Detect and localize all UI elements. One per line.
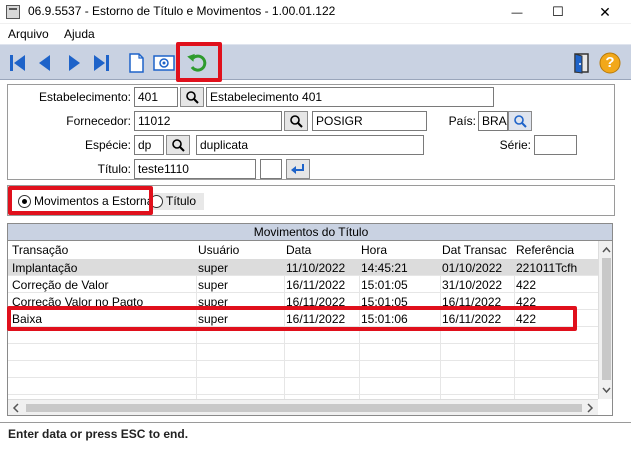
maximize-button[interactable]: ☐ — [535, 0, 581, 24]
cell-transacao: Implantação — [12, 261, 78, 275]
status-bar: Enter data or press ESC to end. — [0, 422, 631, 450]
cell-hora: 15:01:05 — [361, 278, 408, 292]
table-row[interactable]: Correção de Valor super 16/11/2022 15:01… — [8, 276, 598, 293]
window-title: 06.9.5537 - Estorno de Título e Moviment… — [28, 4, 336, 18]
estabelecimento-code-field[interactable]: 401 — [134, 87, 178, 107]
cell-transacao: Correção de Valor — [12, 278, 109, 292]
grid-header: Transação Usuário Data Hora Dat Transac … — [8, 241, 600, 259]
cell-usuario: super — [198, 261, 229, 275]
cell-data: 16/11/2022 — [286, 278, 346, 292]
title-bar: 06.9.5537 - Estorno de Título e Moviment… — [0, 0, 631, 24]
pais-field[interactable]: BRA — [478, 111, 508, 131]
next-icon[interactable] — [62, 51, 86, 75]
cell-dat-transac: 31/10/2022 — [442, 278, 503, 292]
fornecedor-label: Fornecedor: — [66, 114, 131, 128]
table-row-empty[interactable] — [8, 344, 598, 361]
cell-usuario: super — [198, 278, 229, 292]
menu-arquivo[interactable]: Arquivo — [8, 27, 49, 41]
vertical-scrollbar[interactable] — [598, 241, 612, 399]
close-button[interactable]: ✕ — [582, 0, 628, 24]
especie-desc-field[interactable]: duplicata — [196, 135, 424, 155]
horizontal-scrollbar[interactable] — [8, 399, 598, 415]
especie-code-field[interactable]: dp — [134, 135, 164, 155]
col-referencia[interactable]: Referência — [516, 243, 574, 257]
help-icon[interactable]: ? — [598, 51, 622, 75]
table-row[interactable]: Implantação super 11/10/2022 14:45:21 01… — [8, 259, 598, 276]
radio-titulo[interactable]: Título — [150, 193, 204, 210]
titulo-label: Título: — [97, 162, 131, 176]
especie-label: Espécie: — [84, 138, 131, 152]
status-text: Enter data or press ESC to end. — [8, 427, 189, 441]
estabelecimento-desc-field[interactable]: Estabelecimento 401 — [206, 87, 494, 107]
estabelecimento-label: Estabelecimento: — [38, 90, 131, 104]
titulo-field[interactable]: teste1110 — [134, 159, 256, 179]
undo-highlight — [176, 42, 222, 82]
radio-titulo-label: Título — [166, 194, 197, 208]
serie-label: Série: — [499, 138, 531, 152]
pais-label: País: — [448, 114, 476, 128]
movimentos-highlight — [8, 186, 153, 215]
menu-ajuda[interactable]: Ajuda — [64, 27, 95, 41]
especie-zoom-button[interactable] — [166, 135, 190, 155]
pais-zoom-button[interactable] — [508, 111, 532, 131]
enter-button[interactable] — [286, 159, 310, 179]
serie-field[interactable] — [534, 135, 577, 155]
cell-referencia: 221011Tcfh — [516, 261, 578, 275]
col-dat-transac[interactable]: Dat Transac — [442, 243, 507, 257]
last-icon[interactable] — [89, 51, 113, 75]
first-icon[interactable] — [6, 51, 30, 75]
cell-referencia: 422 — [516, 278, 537, 292]
menu-bar: Arquivo Ajuda — [0, 24, 631, 44]
fornecedor-desc-field[interactable]: POSIGR — [312, 111, 427, 131]
col-hora[interactable]: Hora — [361, 243, 387, 257]
table-row-empty[interactable] — [8, 378, 598, 395]
previous-icon[interactable] — [33, 51, 57, 75]
col-transacao[interactable]: Transação — [12, 243, 68, 257]
cell-data: 11/10/2022 — [286, 261, 346, 275]
col-data[interactable]: Data — [286, 243, 311, 257]
minimize-button[interactable]: — — [494, 0, 540, 24]
exit-door-icon[interactable] — [570, 51, 594, 75]
col-usuario[interactable]: Usuário — [198, 243, 239, 257]
fornecedor-zoom-button[interactable] — [284, 111, 308, 131]
cell-hora: 14:45:21 — [361, 261, 408, 275]
estabelecimento-zoom-button[interactable] — [180, 87, 204, 107]
grid-title: Movimentos do Título — [8, 224, 612, 241]
fornecedor-code-field[interactable]: 11012 — [134, 111, 282, 131]
toolbar: ? — [0, 44, 631, 80]
baixa-row-highlight — [7, 306, 577, 331]
parcela-field[interactable] — [260, 159, 282, 179]
new-document-icon[interactable] — [124, 51, 148, 75]
table-row-empty[interactable] — [8, 361, 598, 378]
zoom-icon[interactable] — [152, 51, 176, 75]
cell-dat-transac: 01/10/2022 — [442, 261, 503, 275]
app-icon — [6, 5, 20, 19]
